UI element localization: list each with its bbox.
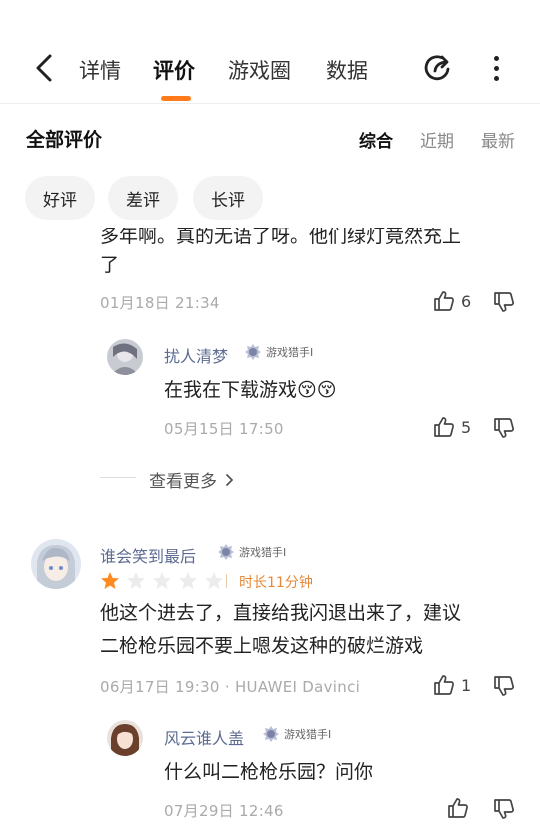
dot-icon bbox=[493, 75, 499, 81]
avatar[interactable] bbox=[107, 720, 143, 756]
like-button[interactable] bbox=[447, 797, 469, 819]
star-filled-icon bbox=[101, 572, 119, 589]
thumbs-up-icon bbox=[434, 675, 454, 695]
badge-label: 游戏猎手I bbox=[284, 728, 332, 741]
badge-icon bbox=[245, 344, 261, 360]
divider bbox=[226, 574, 227, 588]
filter-positive[interactable]: 好评 bbox=[25, 176, 95, 220]
reply-author-name[interactable]: 风云谁人盖 bbox=[164, 725, 244, 749]
comment-date: 01月18日 21:34 bbox=[100, 294, 220, 312]
sort-latest[interactable]: 最新 bbox=[481, 127, 515, 152]
star-empty-icon bbox=[127, 572, 145, 589]
comment-text-line: 了 bbox=[100, 254, 120, 276]
user-badge: 游戏猎手I bbox=[217, 543, 286, 561]
like-count: 1 bbox=[461, 675, 472, 695]
play-duration: 时长11分钟 bbox=[239, 575, 313, 591]
thumbs-down-icon bbox=[494, 676, 514, 696]
thumbs-down-icon bbox=[494, 799, 514, 819]
dot-icon bbox=[493, 55, 499, 61]
badge-label: 游戏猎手I bbox=[239, 546, 287, 559]
dot-icon bbox=[493, 65, 499, 71]
star-empty-icon bbox=[153, 572, 171, 589]
reply-text: 在我在下载游戏😚😚 bbox=[164, 379, 337, 401]
star-empty-icon bbox=[205, 572, 223, 589]
dislike-button[interactable] bbox=[493, 798, 515, 824]
tab-game-circle[interactable]: 游戏圈 bbox=[228, 55, 291, 85]
dislike-button[interactable] bbox=[493, 291, 515, 317]
chevron-left-icon bbox=[36, 54, 52, 82]
comment-author-name[interactable]: 谁会笑到最后 bbox=[100, 543, 196, 567]
user-badge: 游戏猎手I bbox=[262, 725, 331, 743]
avatar[interactable] bbox=[107, 339, 143, 375]
back-button[interactable] bbox=[30, 52, 58, 84]
star-rating bbox=[100, 571, 224, 591]
reply-author-name[interactable]: 扰人清梦 bbox=[164, 343, 228, 367]
like-button[interactable]: 6 bbox=[433, 290, 471, 312]
badge-icon bbox=[218, 544, 234, 560]
comment-meta: 06月17日 19:30 · HUAWEI Davinci bbox=[100, 678, 361, 696]
tab-data[interactable]: 数据 bbox=[326, 55, 368, 85]
reply-text: 什么叫二枪枪乐园？问你 bbox=[164, 761, 374, 783]
thumbs-down-icon bbox=[494, 292, 514, 312]
like-button[interactable]: 5 bbox=[433, 416, 471, 438]
sort-comprehensive[interactable]: 综合 bbox=[359, 127, 393, 152]
thumbs-up-icon bbox=[434, 291, 454, 311]
like-count: 6 bbox=[461, 291, 472, 311]
more-options-button[interactable] bbox=[484, 52, 508, 84]
reply-date: 07月29日 12:46 bbox=[164, 802, 284, 820]
like-button[interactable]: 1 bbox=[433, 674, 471, 696]
tab-details[interactable]: 详情 bbox=[79, 55, 121, 85]
see-more-button[interactable]: 查看更多 bbox=[149, 467, 234, 492]
section-title: 全部评价 bbox=[26, 129, 103, 151]
active-tab-indicator bbox=[161, 96, 191, 101]
user-badge: 游戏猎手I bbox=[244, 343, 313, 361]
see-more-label: 查看更多 bbox=[149, 472, 217, 492]
reply-date: 05月15日 17:50 bbox=[164, 420, 284, 438]
thumbs-up-icon bbox=[434, 417, 454, 437]
comment-text-line: 他这个进去了，直接给我闪退出来了，建议 bbox=[100, 602, 462, 624]
dislike-button[interactable] bbox=[493, 417, 515, 443]
dislike-button[interactable] bbox=[493, 675, 515, 701]
tab-reviews[interactable]: 评价 bbox=[153, 55, 195, 85]
top-nav: 详情 评价 游戏圈 数据 bbox=[0, 0, 540, 104]
divider bbox=[100, 477, 136, 478]
filter-negative[interactable]: 差评 bbox=[108, 176, 178, 220]
like-count: 5 bbox=[461, 417, 472, 437]
badge-icon bbox=[263, 726, 279, 742]
filter-long[interactable]: 长评 bbox=[193, 176, 263, 220]
comment-text-line: 多年啊。真的无语了呀。他们绿灯竟然充上 bbox=[100, 225, 462, 247]
chevron-right-icon bbox=[226, 473, 233, 486]
thumbs-up-icon bbox=[448, 798, 468, 818]
share-icon bbox=[424, 55, 450, 81]
star-empty-icon bbox=[179, 572, 197, 589]
comment-text-line: 二枪枪乐园不要上嗯发这种的破烂游戏 bbox=[100, 635, 424, 657]
sort-recent[interactable]: 近期 bbox=[420, 127, 454, 152]
avatar[interactable] bbox=[31, 539, 81, 589]
thumbs-down-icon bbox=[494, 418, 514, 438]
share-button[interactable] bbox=[422, 52, 454, 84]
badge-label: 游戏猎手I bbox=[266, 346, 314, 359]
